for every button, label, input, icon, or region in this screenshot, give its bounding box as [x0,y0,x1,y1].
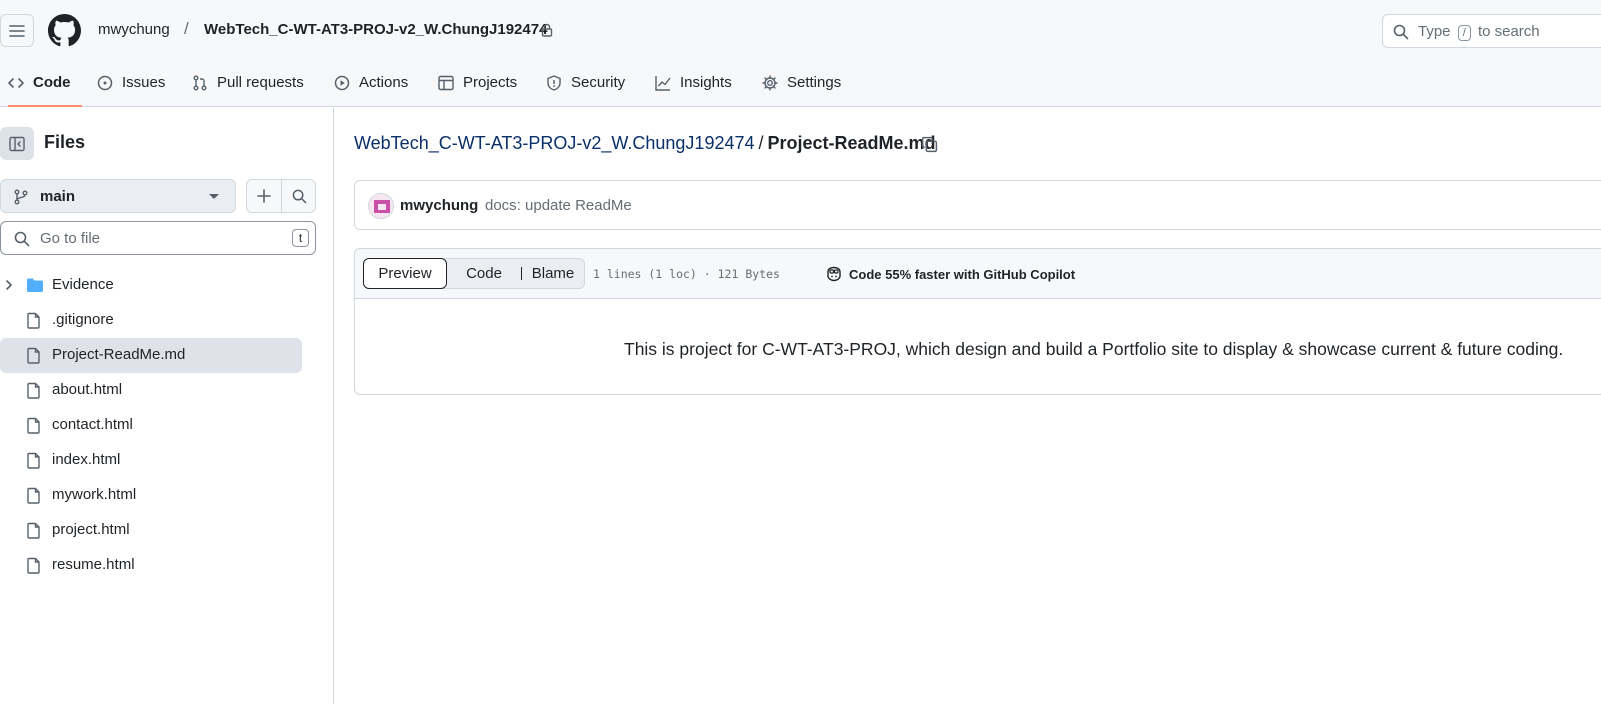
search-icon [292,189,306,203]
tree-item-label: Project-ReadMe.md [52,346,186,363]
search-placeholder: Type / to search [1418,23,1540,41]
pull-request-icon [193,75,207,91]
file-toolbar: Preview Code Blame 1 lines (1 loc) · 121… [355,249,1601,299]
lock-icon [541,23,553,37]
search-icon [1393,24,1409,40]
code-icon [8,78,24,88]
file-icon [27,312,40,329]
copilot-promo-link[interactable]: Code 55% faster with GitHub Copilot [825,266,1075,282]
tree-item-about[interactable]: about.html [0,373,302,408]
file-actions-group [246,179,316,213]
copy-path-icon[interactable] [921,136,938,153]
tree-item-label: index.html [52,451,121,468]
tab-code-view[interactable]: Code [449,259,519,288]
files-heading: Files [44,132,86,152]
repo-header: mwychung / WebTech_C-WT-AT3-PROJ-v2_W.Ch… [0,0,1601,107]
branch-name: main [40,188,76,205]
search-files-button[interactable] [282,180,316,212]
sidebar-collapse-icon [9,136,25,151]
chevron-down-icon [209,194,219,199]
branch-icon [14,189,28,205]
go-to-file-input[interactable]: Go to file t [0,221,316,255]
tree-item-label: resume.html [52,556,135,573]
tab-projects[interactable]: Projects [438,63,517,107]
path-separator: / [184,19,189,38]
go-to-file-placeholder: Go to file [40,230,101,247]
repo-name-link[interactable]: WebTech_C-WT-AT3-PROJ-v2_W.ChungJ192474 [204,21,547,38]
tree-item-resume[interactable]: resume.html [0,548,302,583]
menu-button[interactable] [0,14,34,47]
tree-item-label: about.html [52,381,123,398]
graph-icon [655,76,671,91]
github-logo-icon[interactable] [48,14,81,47]
file-tree: Evidence .gitignore Project-ReadMe.md ab… [0,268,302,583]
search-shortcut-key: / [1457,25,1471,41]
tree-item-label: mywork.html [52,486,137,503]
file-icon [27,382,40,399]
gear-icon [762,75,778,91]
copilot-icon [827,266,841,282]
tab-pull-requests[interactable]: Pull requests [192,63,304,107]
tab-issues[interactable]: Issues [97,63,165,107]
tree-item-mywork[interactable]: mywork.html [0,478,302,513]
folder-icon [27,278,43,292]
tree-item-label: contact.html [52,416,133,433]
tab-blame[interactable]: Blame [522,259,584,288]
commit-author-link[interactable]: mwychung [400,197,478,214]
hamburger-icon [9,24,25,37]
tab-preview[interactable]: Preview [363,258,447,289]
tab-security[interactable]: Security [546,63,625,107]
breadcrumb-file-name: Project-ReadMe.md [767,133,936,153]
collapse-sidebar-button[interactable] [0,127,34,160]
file-icon [27,417,40,434]
tree-item-gitignore[interactable]: .gitignore [0,303,302,338]
tree-item-label: project.html [52,521,130,538]
branch-selector[interactable]: main [0,179,236,213]
latest-commit-box: mwychung docs: update ReadMe [354,180,1601,230]
tree-item-project-readme[interactable]: Project-ReadMe.md [0,338,302,373]
issue-icon [97,75,113,91]
tab-settings[interactable]: Settings [762,63,841,107]
tab-actions[interactable]: Actions [334,63,408,107]
tree-item-index[interactable]: index.html [0,443,302,478]
file-icon [27,522,40,539]
plus-icon [257,189,271,203]
tab-insights[interactable]: Insights [655,63,732,107]
add-file-button[interactable] [247,180,282,212]
tab-code[interactable]: Code [8,63,81,107]
table-icon [438,75,454,91]
chevron-right-icon[interactable] [4,279,14,291]
file-icon [27,452,40,469]
shield-icon [547,75,561,91]
file-tree-sidebar: Files main Go to file t Evidence .gitign… [0,108,334,704]
file-icon [27,487,40,504]
breadcrumb-repo-link[interactable]: WebTech_C-WT-AT3-PROJ-v2_W.ChungJ192474 [354,133,755,153]
view-mode-toggle: Preview Code Blame [363,258,585,289]
file-viewer: Preview Code Blame 1 lines (1 loc) · 121… [354,248,1601,395]
tree-item-contact[interactable]: contact.html [0,408,302,443]
tree-item-evidence[interactable]: Evidence [0,268,302,303]
tree-item-project[interactable]: project.html [0,513,302,548]
readme-content: This is project for C-WT-AT3-PROJ, which… [624,339,1564,359]
tree-item-label: Evidence [52,276,114,293]
owner-link[interactable]: mwychung [98,21,170,38]
breadcrumb: WebTech_C-WT-AT3-PROJ-v2_W.ChungJ192474/… [354,133,936,154]
file-info: 1 lines (1 loc) · 121 Bytes [593,267,780,281]
tree-item-label: .gitignore [52,311,114,328]
file-icon [27,557,40,574]
avatar[interactable] [368,193,394,219]
play-icon [334,75,350,91]
identicon-icon [369,194,393,218]
global-search-input[interactable]: Type / to search [1382,14,1601,48]
copilot-promo-text: Code 55% faster with GitHub Copilot [849,266,1076,282]
breadcrumb-separator: / [758,133,764,153]
commit-message-link[interactable]: docs: update ReadMe [485,197,632,214]
shortcut-key: t [292,229,309,247]
file-icon [27,347,40,364]
search-icon [14,231,30,247]
